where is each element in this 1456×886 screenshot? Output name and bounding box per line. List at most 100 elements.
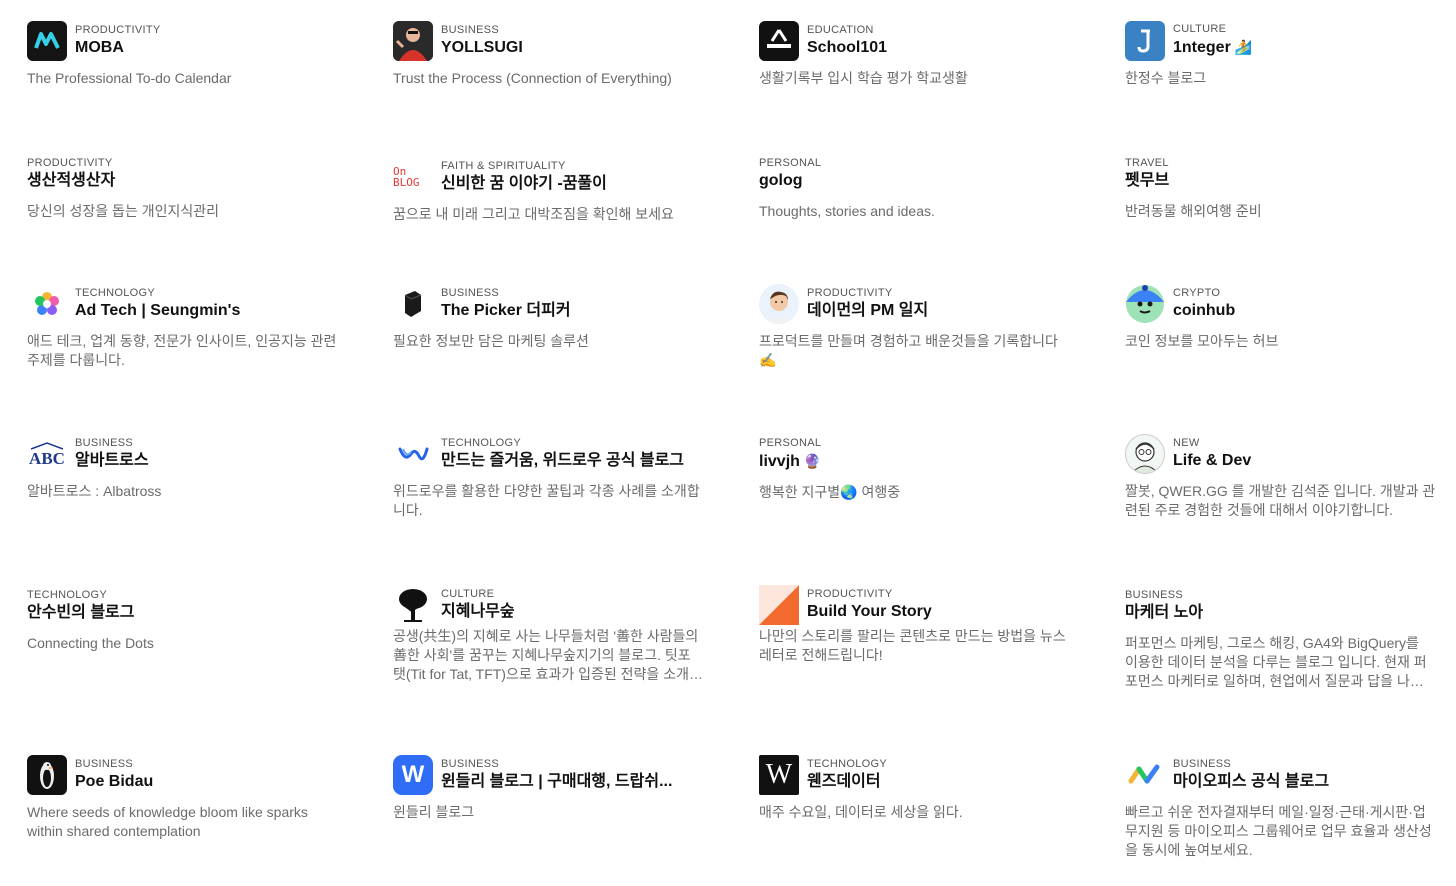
cube-logo-icon (393, 284, 433, 324)
card-title[interactable]: 데이먼의 PM 일지 (807, 300, 928, 322)
card-description: 꿈으로 내 미래 그리고 대박조짐을 확인해 보세요 (393, 206, 674, 222)
avatar-man-icon (759, 284, 799, 324)
blog-card-productive-producer[interactable]: PRODUCTIVITY 생산적생산자 당신의 성장을 돕는 개인지식관리 (27, 157, 357, 221)
card-category: BUSINESS (441, 23, 500, 36)
card-description: 매주 수요일, 데이터로 세상을 읽다. (759, 804, 963, 820)
surfer-emoji-icon: 🏄 (1234, 39, 1253, 55)
card-description: Thoughts, stories and ideas. (759, 203, 935, 219)
blog-card-albatross[interactable]: ABC BUSINESS 알바트로스 알바트로스 : Albatross (27, 434, 357, 501)
card-title[interactable]: 펫무브 (1125, 170, 1455, 192)
card-title[interactable]: 마이오피스 공식 블로그 (1173, 771, 1329, 793)
card-title[interactable]: 만드는 즐거움, 위드로우 공식 블로그 (441, 450, 684, 472)
blog-card-coinhub[interactable]: CRYPTO coinhub 코인 정보를 모아두는 허브 (1125, 284, 1455, 351)
tree-logo-icon (393, 585, 433, 625)
penguin-logo-icon (27, 755, 67, 795)
card-title[interactable]: YOLLSUGI (441, 37, 523, 59)
blog-card-livvjh[interactable]: PERSONAL livvjh 🔮 행복한 지구별🌏 여행중 (759, 437, 1089, 502)
card-title[interactable]: 마케터 노아 (1125, 602, 1455, 624)
card-category: FAITH & SPIRITUALITY (441, 159, 566, 172)
card-title[interactable]: Build Your Story (807, 601, 932, 623)
blog-card-myoffice[interactable]: BUSINESS 마이오피스 공식 블로그 빠르고 쉬운 전자결재부터 메일·일… (1125, 755, 1455, 860)
card-title[interactable]: livvjh 🔮 (759, 450, 1089, 473)
blog-card-withrow[interactable]: TECHNOLOGY 만드는 즐거움, 위드로우 공식 블로그 위드로우를 활용… (393, 434, 723, 520)
blog-card-wisdom-tree[interactable]: CULTURE 지혜나무숲 공생(共生)의 지혜로 사는 나무들처럼 '善한 사… (393, 585, 723, 684)
flower-logo-icon (27, 284, 67, 324)
wave-logo-icon (393, 434, 433, 474)
card-description: 반려동물 해외여행 준비 (1125, 203, 1262, 219)
card-category: NEW (1173, 436, 1200, 449)
blog-card-marketer-noah[interactable]: BUSINESS 마케터 노아 퍼포먼스 마케팅, 그로스 해킹, GA4와 B… (1125, 589, 1455, 691)
card-category: TECHNOLOGY (75, 286, 156, 299)
card-description: 공생(共生)의 지혜로 사는 나무들처럼 '善한 사람들의 善한 사회'를 꿈꾸… (393, 628, 702, 682)
card-category: TRAVEL (1125, 157, 1169, 169)
blog-card-moba[interactable]: PRODUCTIVITY MOBA The Professional To-do… (27, 21, 357, 88)
school-logo-icon (759, 21, 799, 61)
card-description: Trust the Process (Connection of Everyth… (393, 70, 672, 86)
blog-card-yollsugi[interactable]: BUSINESS YOLLSUGI Trust the Process (Con… (393, 21, 723, 88)
person-photo-icon (393, 21, 433, 61)
card-category: PRODUCTIVITY (27, 157, 113, 169)
abc-logo-icon: ABC (27, 434, 67, 474)
w-logo-icon: W (393, 755, 433, 795)
blog-card-the-picker[interactable]: BUSINESS The Picker 더피커 필요한 정보만 담은 마케팅 솔… (393, 284, 723, 351)
blog-card-poe-bidau[interactable]: BUSINESS Poe Bidau Where seeds of knowle… (27, 755, 357, 841)
card-category: PRODUCTIVITY (807, 286, 893, 299)
card-description: Where seeds of knowledge bloom like spar… (27, 804, 308, 839)
card-title[interactable]: MOBA (75, 37, 161, 59)
crystal-ball-emoji-icon: 🔮 (803, 453, 822, 469)
card-description: 생활기록부 입시 학습 평가 학교생활 (759, 70, 968, 86)
card-title[interactable]: 1nteger 🏄 (1173, 36, 1252, 59)
card-category: BUSINESS (1125, 589, 1184, 601)
card-title[interactable]: 생산적생산자 (27, 170, 357, 192)
card-category: BUSINESS (75, 757, 134, 770)
blog-card-adtech[interactable]: TECHNOLOGY Ad Tech | Seungmin's 애드 테크, 업… (27, 284, 357, 370)
card-category: PERSONAL (759, 157, 822, 169)
card-title[interactable]: Life & Dev (1173, 450, 1251, 472)
card-title[interactable]: 지혜나무숲 (441, 601, 515, 623)
card-category: BUSINESS (1173, 757, 1232, 770)
myoffice-logo-icon (1125, 755, 1165, 795)
card-title[interactable]: 웬즈데이터 (807, 771, 887, 793)
card-description: 위드로우를 활용한 다양한 꿀팁과 각종 사례를 소개합니다. (393, 483, 700, 518)
orange-triangle-logo-icon (759, 585, 799, 625)
blog-card-dream-story[interactable]: On BLOG FAITH & SPIRITUALITY 신비한 꿈 이야기 -… (393, 157, 723, 224)
blog-card-build-your-story[interactable]: PRODUCTIVITY Build Your Story 나만의 스토리를 팔… (759, 585, 1089, 665)
card-description: 퍼포먼스 마케팅, 그로스 해킹, GA4와 BigQuery를 이용한 데이터… (1125, 635, 1427, 689)
blog-directory-grid: PRODUCTIVITY MOBA The Professional To-do… (0, 0, 1456, 886)
card-title[interactable]: 알바트로스 (75, 450, 149, 472)
card-description: Connecting the Dots (27, 635, 154, 651)
card-category: PRODUCTIVITY (807, 587, 893, 600)
blog-card-windly[interactable]: W BUSINESS 윈들리 블로그 | 구매대행, 드랍쉬... 윈들리 블로… (393, 755, 723, 822)
blog-card-damon-pm[interactable]: PRODUCTIVITY 데이먼의 PM 일지 프로덕트를 만들며 경험하고 배… (759, 284, 1089, 370)
card-category: EDUCATION (807, 23, 874, 36)
card-category: CULTURE (1173, 23, 1227, 35)
blog-card-life-dev[interactable]: NEW Life & Dev 짤봇, QWER.GG 를 개발한 김석준 입니다… (1125, 434, 1455, 520)
blog-card-golog[interactable]: PERSONAL golog Thoughts, stories and ide… (759, 157, 1089, 221)
card-description: 필요한 정보만 담은 마케팅 솔루션 (393, 333, 589, 349)
card-category: CULTURE (441, 587, 495, 600)
card-title[interactable]: 신비한 꿈 이야기 -꿈풀이 (441, 173, 607, 195)
card-title[interactable]: coinhub (1173, 300, 1235, 322)
card-title[interactable]: The Picker 더피커 (441, 300, 571, 322)
card-category: BUSINESS (441, 757, 500, 770)
card-title[interactable]: Poe Bidau (75, 771, 153, 793)
card-description: 행복한 지구별🌏 여행중 (759, 484, 901, 500)
j-logo-icon (1125, 21, 1165, 61)
card-description: 나만의 스토리를 팔리는 콘텐츠로 만드는 방법을 뉴스레터로 전해드립니다! (759, 628, 1066, 663)
card-title[interactable]: 안수빈의 블로그 (27, 602, 357, 624)
card-title[interactable]: golog (759, 170, 1089, 192)
card-title[interactable]: Ad Tech | Seungmin's (75, 300, 240, 322)
blog-card-ansubin[interactable]: TECHNOLOGY 안수빈의 블로그 Connecting the Dots (27, 589, 357, 653)
blog-card-wednesdata[interactable]: W TECHNOLOGY 웬즈데이터 매주 수요일, 데이터로 세상을 읽다. (759, 755, 1089, 822)
card-category: TECHNOLOGY (807, 757, 888, 770)
card-category: BUSINESS (75, 436, 134, 449)
card-title[interactable]: School101 (807, 37, 887, 59)
blog-card-school101[interactable]: EDUCATION School101 생활기록부 입시 학습 평가 학교생활 (759, 21, 1089, 88)
card-description: 빠르고 쉬운 전자결재부터 메일·일정·근태·게시판·업무지원 등 마이오피스 … (1125, 804, 1432, 858)
card-category: PERSONAL (759, 437, 822, 449)
blog-card-petmove[interactable]: TRAVEL 펫무브 반려동물 해외여행 준비 (1125, 157, 1455, 221)
card-category: TECHNOLOGY (441, 436, 522, 449)
card-description: 당신의 성장을 돕는 개인지식관리 (27, 203, 219, 219)
blog-card-1nteger[interactable]: CULTURE 1nteger 🏄 한정수 블로그 (1125, 21, 1455, 88)
card-title[interactable]: 윈들리 블로그 | 구매대행, 드랍쉬... (441, 771, 672, 793)
